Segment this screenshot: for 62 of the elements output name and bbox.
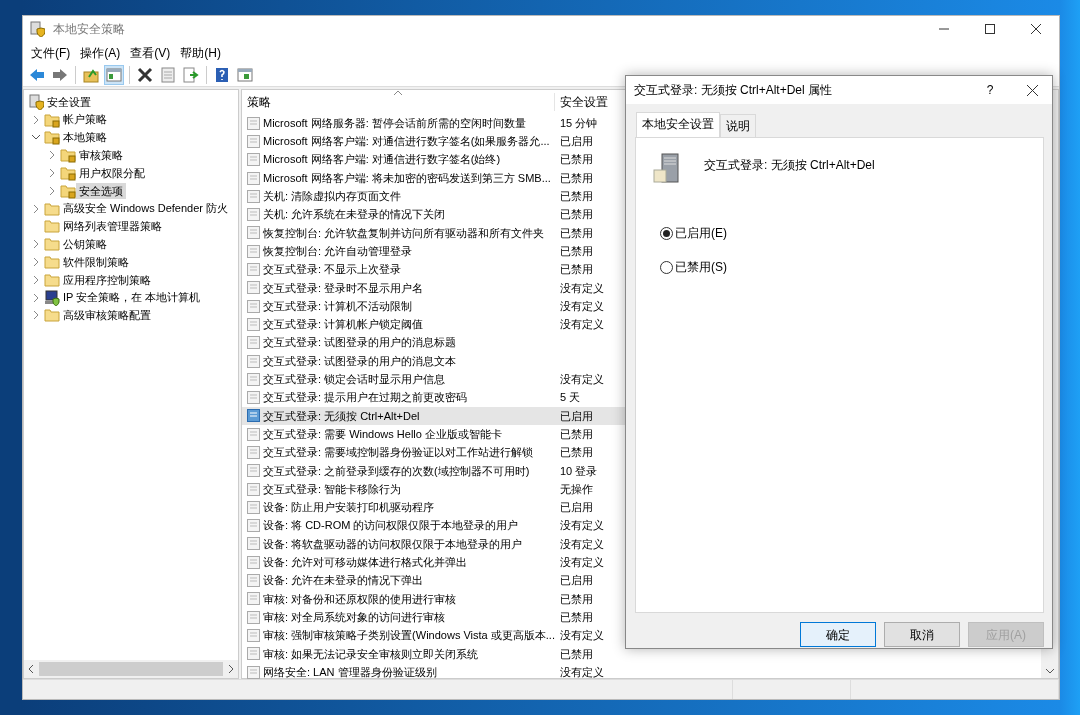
policy-name: 交互式登录: 试图登录的用户的消息文本 — [263, 353, 457, 369]
policy-name: 审核: 对全局系统对象的访问进行审核 — [263, 609, 446, 625]
policy-name: 设备: 允许在未登录的情况下弹出 — [263, 573, 424, 589]
policy-name: Microsoft 网络客户端: 将未加密的密码发送到第三方 SMB... — [263, 170, 551, 186]
policy-name: 网络安全: LAN 管理器身份验证级别 — [263, 664, 437, 680]
setting-value: 已禁用 — [560, 244, 593, 257]
policy-name: 关机: 清除虚拟内存页面文件 — [263, 189, 402, 205]
policy-name: 设备: 将 CD-ROM 的访问权限仅限于本地登录的用户 — [263, 518, 519, 534]
setting-value: 没有定义 — [560, 318, 604, 331]
setting-value: 已禁用 — [560, 427, 593, 440]
policy-name: 交互式登录: 锁定会话时显示用户信息 — [263, 372, 446, 388]
policy-name: 设备: 将软盘驱动器的访问权限仅限于本地登录的用户 — [263, 536, 523, 552]
setting-value: 15 分钟 — [560, 116, 598, 129]
policy-name: 交互式登录: 不显示上次登录 — [263, 262, 402, 278]
policy-name: 交互式登录: 需要域控制器身份验证以对工作站进行解锁 — [263, 445, 534, 461]
setting-value: 没有定义 — [560, 537, 604, 550]
setting-value: 5 天 — [560, 391, 581, 404]
policy-name: 交互式登录: 计算机帐户锁定阈值 — [263, 317, 424, 333]
setting-value: 已禁用 — [560, 171, 593, 184]
setting-value: 已禁用 — [560, 263, 593, 276]
setting-value: 已禁用 — [560, 226, 593, 239]
policy-name: Microsoft 网络客户端: 对通信进行数字签名(始终) — [263, 152, 501, 168]
policy-name: 交互式登录: 需要 Windows Hello 企业版或智能卡 — [263, 426, 502, 442]
setting-value: 已禁用 — [560, 153, 593, 166]
setting-value: 没有定义 — [560, 299, 604, 312]
setting-value: 已禁用 — [560, 190, 593, 203]
setting-value: 已启用 — [560, 409, 593, 422]
policy-name: 交互式登录: 试图登录的用户的消息标题 — [263, 335, 457, 351]
setting-value: 没有定义 — [560, 629, 604, 642]
setting-value: 没有定义 — [560, 556, 604, 568]
setting-value: 已禁用 — [560, 610, 593, 623]
policy-name: 交互式登录: 之前登录到缓存的次数(域控制器不可用时) — [263, 463, 530, 479]
setting-value: 已启用 — [560, 135, 593, 148]
setting-value: 10 登录 — [560, 464, 598, 477]
policy-name: Microsoft 网络服务器: 暂停会话前所需的空闲时间数量 — [263, 115, 526, 131]
setting-value: 没有定义 — [560, 373, 604, 386]
policy-name: 交互式登录: 提示用户在过期之前更改密码 — [263, 390, 468, 406]
setting-value: 已禁用 — [560, 592, 593, 605]
policy-name: 审核: 强制审核策略子类别设置(Windows Vista 或更高版本... — [263, 628, 555, 644]
policy-name: 关机: 允许系统在未登录的情况下关闭 — [263, 207, 446, 223]
setting-value: 无操作 — [560, 482, 593, 495]
policy-name: 恢复控制台: 允许软盘复制并访问所有驱动器和所有文件夹 — [263, 225, 545, 241]
policy-name: Microsoft 网络客户端: 对通信进行数字签名(如果服务器允... — [263, 134, 550, 150]
policy-name: 交互式登录: 计算机不活动限制 — [263, 298, 413, 314]
policy-name: 审核: 如果无法记录安全审核则立即关闭系统 — [263, 646, 479, 662]
window-title: 本地安全策略 — [53, 20, 126, 38]
policy-name: 设备: 防止用户安装打印机驱动程序 — [263, 500, 435, 516]
policy-name: 审核: 对备份和还原权限的使用进行审核 — [263, 591, 457, 607]
policy-title: 交互式登录: 无须按 Ctrl+Alt+Del — [704, 157, 875, 174]
policy-name: 恢复控制台: 允许自动管理登录 — [263, 243, 413, 259]
setting-value: 已禁用 — [560, 446, 593, 459]
setting-value: 已启用 — [560, 574, 593, 587]
setting-value: 已禁用 — [560, 647, 593, 660]
policy-name: 交互式登录: 无须按 Ctrl+Alt+Del — [263, 408, 420, 424]
setting-value: 没有定义 — [560, 281, 604, 294]
setting-value: 没有定义 — [560, 519, 604, 532]
policy-name: 交互式登录: 登录时不显示用户名 — [263, 280, 424, 296]
policy-name: 设备: 允许对可移动媒体进行格式化并弹出 — [263, 555, 468, 570]
setting-value: 已启用 — [560, 501, 593, 514]
setting-value: 没有定义 — [560, 665, 604, 678]
policy-name: 交互式登录: 智能卡移除行为 — [263, 481, 402, 497]
setting-value: 已禁用 — [560, 208, 593, 221]
